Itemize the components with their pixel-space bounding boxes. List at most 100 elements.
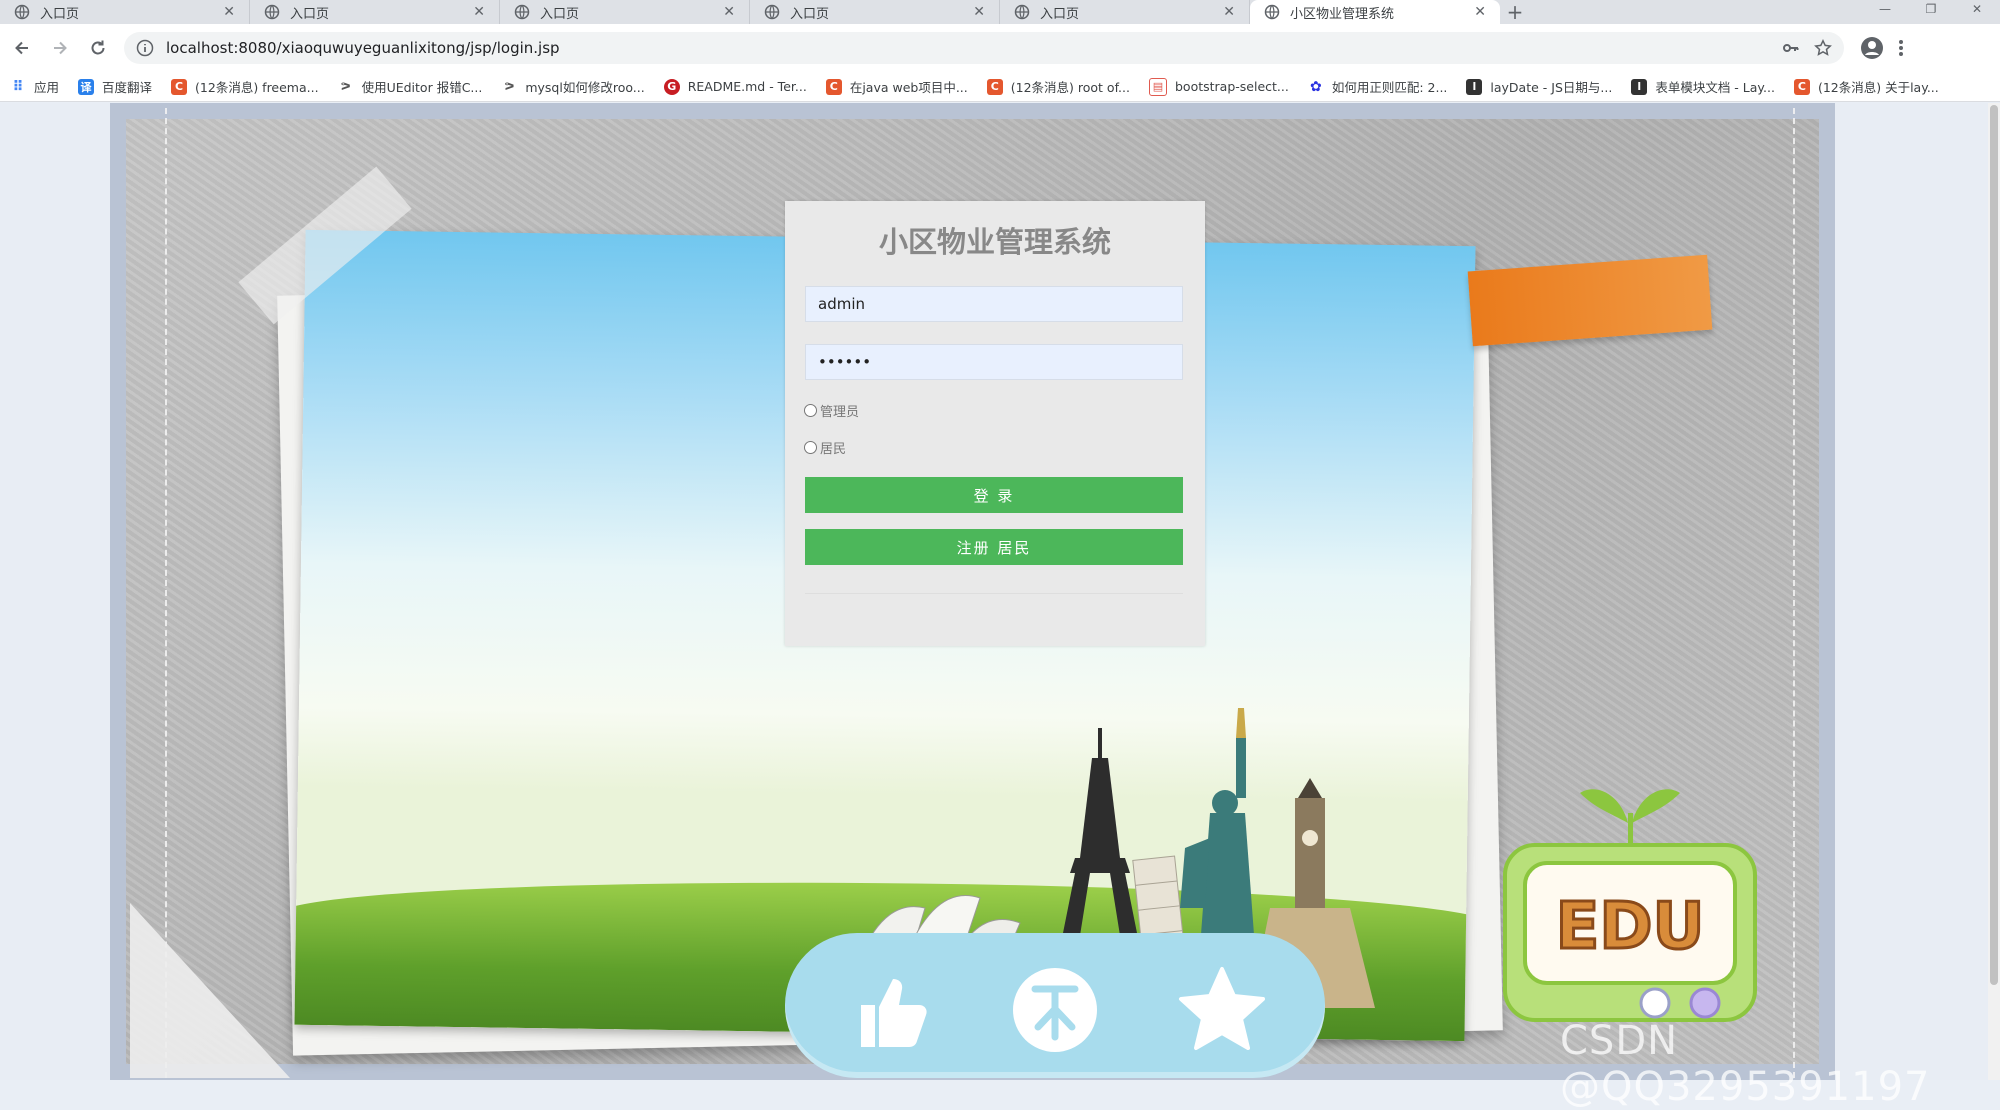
- browser-tab[interactable]: 入口页 ✕: [0, 0, 250, 24]
- layui-icon: l: [1631, 78, 1648, 95]
- bookmark-label: bootstrap-select...: [1174, 79, 1289, 94]
- thumbs-up-icon[interactable]: [843, 965, 933, 1055]
- globe-icon: [14, 4, 30, 20]
- bookmark-label: README.md - Ter...: [687, 79, 807, 94]
- page-icon: ▤: [1148, 77, 1167, 96]
- bookmark-item[interactable]: C 在java web项目中...: [825, 77, 968, 96]
- info-icon[interactable]: [136, 39, 154, 57]
- tab-title: 入口页: [290, 6, 330, 22]
- url-text[interactable]: localhost:8080/xiaoquwuyeguanlixitong/js…: [166, 39, 1782, 57]
- bookmark-item[interactable]: l 表单模块文档 - Lay...: [1631, 77, 1775, 96]
- globe-icon: [514, 4, 530, 20]
- bottom-icon-bar: [785, 933, 1325, 1078]
- browser-tab[interactable]: 入口页 ✕: [750, 0, 1000, 24]
- tab-strip: 入口页 ✕ 入口页 ✕ 入口页 ✕ 入口页 ✕ 入口页 ✕ 小区物业管理系统 ✕…: [0, 0, 2000, 24]
- close-icon[interactable]: ✕: [723, 4, 735, 20]
- browser-tab[interactable]: 入口页 ✕: [1000, 0, 1250, 24]
- radio-button[interactable]: [804, 404, 817, 417]
- login-panel: 小区物业管理系统 admin •••••• 管理员 居民 登 录 注册 居民: [785, 201, 1205, 646]
- minimize-icon[interactable]: —: [1862, 0, 1908, 24]
- edu-tv-illustration: EDU: [1503, 789, 1757, 1022]
- close-icon[interactable]: ✕: [1474, 4, 1486, 20]
- baidu-translate-icon: 译: [78, 78, 95, 95]
- globe-icon: [764, 4, 780, 20]
- bookmark-label: (12条消息) freema...: [195, 80, 319, 95]
- layui-icon: l: [1466, 78, 1483, 95]
- plus-icon[interactable]: +: [1500, 0, 1530, 24]
- menu-kebab-icon[interactable]: [1898, 38, 1904, 58]
- username-input[interactable]: admin: [805, 286, 1183, 322]
- profile-avatar-icon[interactable]: [1860, 36, 1884, 60]
- bookmark-label: (12条消息) 关于lay...: [1817, 80, 1939, 95]
- bookmarks-bar: ⠿ 应用 译 百度翻译 C (12条消息) freema... ᕗ 使用UEdi…: [0, 72, 2000, 102]
- csdn-icon: C: [986, 78, 1003, 95]
- bookmark-item[interactable]: ⠿ 应用: [10, 77, 59, 96]
- bookmark-item[interactable]: ✿ 如何用正则匹配: 2...: [1308, 77, 1447, 96]
- password-input[interactable]: ••••••: [805, 344, 1183, 380]
- radio-label: 管理员: [820, 405, 860, 420]
- bookmark-label: (12条消息) root of...: [1010, 80, 1130, 95]
- currency-icon[interactable]: [1010, 965, 1100, 1055]
- tv-text: EDU: [1556, 890, 1705, 964]
- star-icon[interactable]: [1177, 965, 1267, 1055]
- browser-tab-active[interactable]: 小区物业管理系统 ✕: [1250, 0, 1500, 24]
- browser-tab[interactable]: 入口页 ✕: [500, 0, 750, 24]
- corner-fold-decoration: [130, 903, 290, 1078]
- bookmark-item[interactable]: G README.md - Ter...: [663, 78, 807, 95]
- role-radio-resident[interactable]: 居民: [804, 438, 846, 457]
- bookmark-label: 使用UEditor 报错C...: [361, 80, 483, 95]
- bookmark-item[interactable]: C (12条消息) root of...: [986, 77, 1130, 96]
- close-icon[interactable]: ✕: [473, 4, 485, 20]
- forward-icon[interactable]: [44, 32, 76, 64]
- scrollbar-thumb[interactable]: [1990, 105, 1998, 985]
- close-icon[interactable]: ✕: [973, 4, 985, 20]
- star-bookmark-icon[interactable]: [1814, 39, 1832, 57]
- tab-title: 入口页: [40, 6, 80, 22]
- radio-button[interactable]: [804, 441, 817, 454]
- browser-tab[interactable]: 入口页 ✕: [250, 0, 500, 24]
- tab-title: 入口页: [790, 6, 830, 22]
- csdn-icon: C: [171, 78, 188, 95]
- role-radio-admin[interactable]: 管理员: [804, 401, 859, 420]
- apps-grid-icon: ⠿: [12, 78, 24, 95]
- bookmark-label: layDate - JS日期与...: [1490, 80, 1613, 95]
- scrollbar[interactable]: [1988, 103, 2000, 1080]
- globe-icon: [1014, 4, 1030, 20]
- radio-label: 居民: [820, 442, 847, 457]
- csdn-icon: C: [825, 78, 842, 95]
- bookmark-item[interactable]: C (12条消息) freema...: [171, 77, 319, 96]
- window-controls: — ❐ ✕: [1862, 0, 2000, 24]
- bookmark-item[interactable]: ᕗ mysql如何修改roo...: [501, 77, 644, 96]
- bookmark-item[interactable]: ▤ bootstrap-select...: [1148, 77, 1289, 96]
- page-viewport: EDU CSDN @QQ3295391197 小区物业管理系统 admin ••…: [0, 103, 2000, 1110]
- tab-title: 入口页: [540, 6, 580, 22]
- bookmark-label: 在java web项目中...: [849, 80, 968, 95]
- reload-icon[interactable]: [82, 32, 114, 64]
- close-icon[interactable]: ✕: [223, 4, 235, 20]
- baidu-icon: ✿: [1309, 78, 1322, 95]
- bookmark-item[interactable]: 译 百度翻译: [78, 77, 152, 96]
- tab-title: 入口页: [1040, 6, 1080, 22]
- bookmark-label: 百度翻译: [102, 80, 153, 95]
- bookmark-item[interactable]: l layDate - JS日期与...: [1466, 77, 1612, 96]
- username-value: admin: [818, 295, 865, 313]
- login-button[interactable]: 登 录: [805, 477, 1183, 513]
- key-icon[interactable]: [1782, 39, 1800, 57]
- restore-icon[interactable]: ❐: [1908, 0, 1954, 24]
- address-bar[interactable]: localhost:8080/xiaoquwuyeguanlixitong/js…: [124, 32, 1844, 64]
- bookmark-label: mysql如何修改roo...: [525, 80, 645, 95]
- spark-icon: ᕗ: [504, 80, 515, 93]
- bookmark-label: 表单模块文档 - Lay...: [1655, 80, 1775, 95]
- spark-icon: ᕗ: [340, 80, 351, 93]
- browser-toolbar: localhost:8080/xiaoquwuyeguanlixitong/js…: [0, 24, 2000, 72]
- watermark-text: CSDN @QQ3295391197: [1560, 1018, 1931, 1110]
- close-icon[interactable]: ✕: [1223, 4, 1235, 20]
- gitee-icon: G: [663, 78, 680, 95]
- divider: [805, 593, 1183, 594]
- close-window-icon[interactable]: ✕: [1954, 0, 2000, 24]
- bookmark-item[interactable]: C (12条消息) 关于lay...: [1793, 77, 1939, 96]
- bookmark-item[interactable]: ᕗ 使用UEditor 报错C...: [338, 77, 483, 96]
- back-icon[interactable]: [6, 32, 38, 64]
- register-resident-button[interactable]: 注册 居民: [805, 529, 1183, 565]
- globe-icon: [264, 4, 280, 20]
